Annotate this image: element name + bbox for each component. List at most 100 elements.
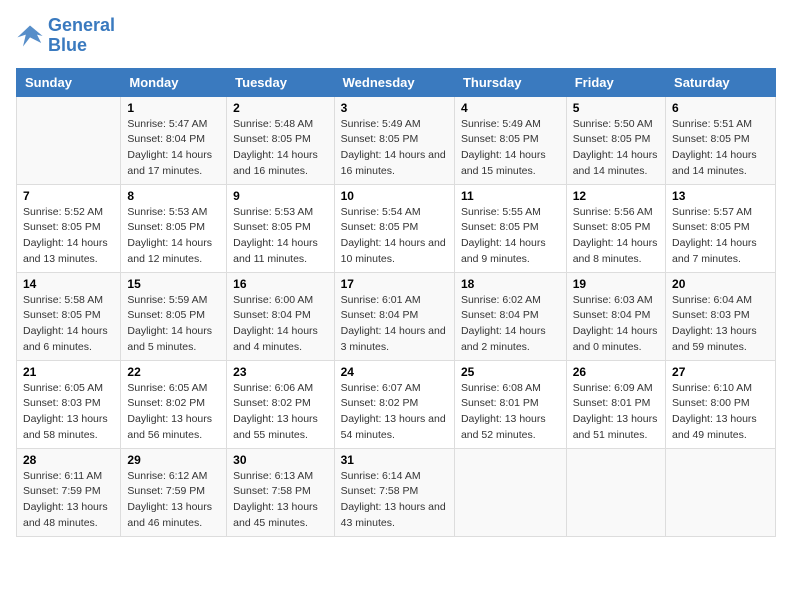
calendar-header-monday: Monday (121, 68, 227, 96)
day-info: Sunrise: 6:05 AMSunset: 8:02 PMDaylight:… (127, 381, 220, 444)
calendar-week-2: 7 Sunrise: 5:52 AMSunset: 8:05 PMDaylight… (17, 184, 776, 272)
calendar-cell: 31Sunrise: 6:14 AMSunset: 7:58 PMDayligh… (334, 448, 454, 536)
calendar-cell: 14Sunrise: 5:58 AMSunset: 8:05 PMDayligh… (17, 272, 121, 360)
calendar-cell: 8 Sunrise: 5:53 AMSunset: 8:05 PMDaylight… (121, 184, 227, 272)
calendar-cell: 12 Sunrise: 5:56 AMSunset: 8:05 PMDayligh… (566, 184, 665, 272)
day-number: 27 (672, 365, 769, 379)
day-info: Sunrise: 5:49 AMSunset: 8:05 PMDaylight:… (461, 117, 560, 180)
day-info: Sunrise: 6:03 AMSunset: 8:04 PMDaylight:… (573, 293, 659, 356)
calendar-cell: 11 Sunrise: 5:55 AMSunset: 8:05 PMDayligh… (454, 184, 566, 272)
day-info: Sunrise: 6:02 AMSunset: 8:04 PMDaylight:… (461, 293, 560, 356)
day-number: 7 (23, 189, 114, 203)
day-number: 3 (341, 101, 448, 115)
day-info: Sunrise: 6:14 AMSunset: 7:58 PMDaylight:… (341, 469, 448, 532)
calendar-cell: 19 Sunrise: 6:03 AMSunset: 8:04 PMDayligh… (566, 272, 665, 360)
calendar-cell: 6Sunrise: 5:51 AMSunset: 8:05 PMDaylight… (666, 96, 776, 184)
day-number: 16 (233, 277, 327, 291)
calendar-header-row: SundayMondayTuesdayWednesdayThursdayFrid… (17, 68, 776, 96)
calendar-cell (566, 448, 665, 536)
day-info: Sunrise: 5:53 AMSunset: 8:05 PMDaylight:… (233, 205, 327, 268)
calendar-cell: 26 Sunrise: 6:09 AMSunset: 8:01 PMDayligh… (566, 360, 665, 448)
page-header: General Blue (16, 16, 776, 56)
day-info: Sunrise: 6:10 AMSunset: 8:00 PMDaylight:… (672, 381, 769, 444)
day-number: 30 (233, 453, 327, 467)
calendar-table: SundayMondayTuesdayWednesdayThursdayFrid… (16, 68, 776, 537)
logo: General Blue (16, 16, 115, 56)
day-info: Sunrise: 5:50 AMSunset: 8:05 PMDaylight:… (573, 117, 659, 180)
day-info: Sunrise: 5:54 AMSunset: 8:05 PMDaylight:… (341, 205, 448, 268)
day-info: Sunrise: 6:07 AMSunset: 8:02 PMDaylight:… (341, 381, 448, 444)
calendar-cell: 27 Sunrise: 6:10 AMSunset: 8:00 PMDayligh… (666, 360, 776, 448)
calendar-cell: 23 Sunrise: 6:06 AMSunset: 8:02 PMDayligh… (227, 360, 334, 448)
calendar-cell (666, 448, 776, 536)
day-number: 19 (573, 277, 659, 291)
day-number: 23 (233, 365, 327, 379)
day-number: 6 (672, 101, 769, 115)
calendar-header-sunday: Sunday (17, 68, 121, 96)
calendar-cell: 15 Sunrise: 5:59 AMSunset: 8:05 PMDayligh… (121, 272, 227, 360)
day-number: 28 (23, 453, 114, 467)
calendar-cell: 20 Sunrise: 6:04 AMSunset: 8:03 PMDayligh… (666, 272, 776, 360)
day-info: Sunrise: 6:05 AMSunset: 8:03 PMDaylight:… (23, 381, 114, 444)
calendar-week-4: 21 Sunrise: 6:05 AMSunset: 8:03 PMDayligh… (17, 360, 776, 448)
calendar-header-wednesday: Wednesday (334, 68, 454, 96)
calendar-body: 1 Sunrise: 5:47 AMSunset: 8:04 PMDaylight… (17, 96, 776, 536)
day-info: Sunrise: 5:48 AMSunset: 8:05 PMDaylight:… (233, 117, 327, 180)
calendar-cell: 4 Sunrise: 5:49 AMSunset: 8:05 PMDaylight… (454, 96, 566, 184)
calendar-cell: 30 Sunrise: 6:13 AMSunset: 7:58 PMDayligh… (227, 448, 334, 536)
calendar-week-1: 1 Sunrise: 5:47 AMSunset: 8:04 PMDaylight… (17, 96, 776, 184)
day-number: 12 (573, 189, 659, 203)
day-info: Sunrise: 6:11 AMSunset: 7:59 PMDaylight:… (23, 469, 114, 532)
calendar-week-3: 14Sunrise: 5:58 AMSunset: 8:05 PMDayligh… (17, 272, 776, 360)
day-info: Sunrise: 5:49 AMSunset: 8:05 PMDaylight:… (341, 117, 448, 180)
day-info: Sunrise: 6:04 AMSunset: 8:03 PMDaylight:… (672, 293, 769, 356)
calendar-cell: 5 Sunrise: 5:50 AMSunset: 8:05 PMDaylight… (566, 96, 665, 184)
calendar-cell: 17Sunrise: 6:01 AMSunset: 8:04 PMDayligh… (334, 272, 454, 360)
calendar-cell: 25Sunrise: 6:08 AMSunset: 8:01 PMDayligh… (454, 360, 566, 448)
day-number: 20 (672, 277, 769, 291)
calendar-cell: 24 Sunrise: 6:07 AMSunset: 8:02 PMDayligh… (334, 360, 454, 448)
day-info: Sunrise: 5:56 AMSunset: 8:05 PMDaylight:… (573, 205, 659, 268)
calendar-cell: 21 Sunrise: 6:05 AMSunset: 8:03 PMDayligh… (17, 360, 121, 448)
day-info: Sunrise: 5:57 AMSunset: 8:05 PMDaylight:… (672, 205, 769, 268)
day-info: Sunrise: 6:08 AMSunset: 8:01 PMDaylight:… (461, 381, 560, 444)
day-info: Sunrise: 6:13 AMSunset: 7:58 PMDaylight:… (233, 469, 327, 532)
day-number: 14 (23, 277, 114, 291)
day-number: 15 (127, 277, 220, 291)
calendar-cell: 16 Sunrise: 6:00 AMSunset: 8:04 PMDayligh… (227, 272, 334, 360)
day-info: Sunrise: 5:47 AMSunset: 8:04 PMDaylight:… (127, 117, 220, 180)
calendar-cell (17, 96, 121, 184)
day-number: 4 (461, 101, 560, 115)
calendar-cell: 10Sunrise: 5:54 AMSunset: 8:05 PMDayligh… (334, 184, 454, 272)
day-info: Sunrise: 5:52 AMSunset: 8:05 PMDaylight:… (23, 205, 114, 268)
day-number: 2 (233, 101, 327, 115)
day-info: Sunrise: 5:53 AMSunset: 8:05 PMDaylight:… (127, 205, 220, 268)
day-number: 21 (23, 365, 114, 379)
calendar-header-thursday: Thursday (454, 68, 566, 96)
calendar-cell: 7 Sunrise: 5:52 AMSunset: 8:05 PMDaylight… (17, 184, 121, 272)
day-info: Sunrise: 5:59 AMSunset: 8:05 PMDaylight:… (127, 293, 220, 356)
day-info: Sunrise: 6:06 AMSunset: 8:02 PMDaylight:… (233, 381, 327, 444)
calendar-cell: 28 Sunrise: 6:11 AMSunset: 7:59 PMDayligh… (17, 448, 121, 536)
day-number: 26 (573, 365, 659, 379)
day-info: Sunrise: 6:12 AMSunset: 7:59 PMDaylight:… (127, 469, 220, 532)
calendar-cell: 29 Sunrise: 6:12 AMSunset: 7:59 PMDayligh… (121, 448, 227, 536)
day-number: 24 (341, 365, 448, 379)
day-info: Sunrise: 6:00 AMSunset: 8:04 PMDaylight:… (233, 293, 327, 356)
calendar-cell: 3 Sunrise: 5:49 AMSunset: 8:05 PMDaylight… (334, 96, 454, 184)
day-number: 29 (127, 453, 220, 467)
day-info: Sunrise: 6:01 AMSunset: 8:04 PMDaylight:… (341, 293, 448, 356)
day-number: 5 (573, 101, 659, 115)
day-info: Sunrise: 5:55 AMSunset: 8:05 PMDaylight:… (461, 205, 560, 268)
calendar-cell: 2 Sunrise: 5:48 AMSunset: 8:05 PMDaylight… (227, 96, 334, 184)
day-number: 11 (461, 189, 560, 203)
calendar-header-friday: Friday (566, 68, 665, 96)
day-number: 8 (127, 189, 220, 203)
calendar-cell (454, 448, 566, 536)
calendar-header-tuesday: Tuesday (227, 68, 334, 96)
day-info: Sunrise: 6:09 AMSunset: 8:01 PMDaylight:… (573, 381, 659, 444)
day-number: 9 (233, 189, 327, 203)
calendar-cell: 9 Sunrise: 5:53 AMSunset: 8:05 PMDaylight… (227, 184, 334, 272)
calendar-week-5: 28 Sunrise: 6:11 AMSunset: 7:59 PMDayligh… (17, 448, 776, 536)
day-number: 1 (127, 101, 220, 115)
